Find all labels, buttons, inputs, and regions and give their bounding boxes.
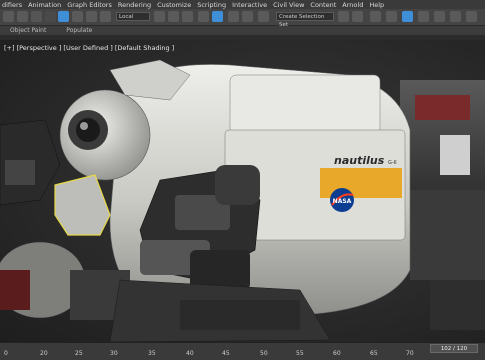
timeline-tick: 40 — [186, 350, 194, 357]
render-setup-icon[interactable] — [450, 11, 461, 22]
layer-explorer-icon[interactable] — [370, 11, 381, 22]
coord-system-select[interactable]: Local — [116, 12, 150, 21]
timeline-tick: 55 — [296, 350, 304, 357]
bind-icon[interactable] — [31, 11, 42, 22]
lower-left-assembly — [0, 241, 130, 320]
menu-item-modifiers[interactable]: difiers — [2, 1, 22, 9]
left-gear — [0, 119, 61, 206]
timeline-tick: 25 — [75, 350, 83, 357]
select-manipulate-icon[interactable] — [168, 11, 179, 22]
robot-render: nautilus G-II NASA — [0, 59, 485, 342]
menu-item-interactive[interactable]: Interactive — [232, 1, 267, 9]
select-rotate-icon[interactable] — [72, 11, 83, 22]
menu-item-scripting[interactable]: Scripting — [197, 1, 226, 9]
timeline[interactable]: 0 20 25 30 35 40 45 50 55 60 65 70 102 /… — [0, 342, 485, 360]
select-move-icon[interactable] — [58, 11, 69, 22]
menu-item-arnold[interactable]: Arnold — [342, 1, 363, 9]
mirror-icon[interactable] — [338, 11, 349, 22]
frame-counter[interactable]: 102 / 120 — [430, 344, 478, 353]
nameplate-suffix: G-II — [388, 160, 397, 166]
keyboard-shortcut-icon[interactable] — [182, 11, 193, 22]
timeline-tick: 20 — [40, 350, 48, 357]
timeline-tick: 30 — [110, 350, 118, 357]
ribbon-tab-object-paint[interactable]: Object Paint — [10, 27, 46, 34]
timeline-tick: 60 — [333, 350, 341, 357]
menu-item-customize[interactable]: Customize — [157, 1, 191, 9]
menu-item-civil-view[interactable]: Civil View — [273, 1, 304, 9]
ribbon-tab-populate[interactable]: Populate — [66, 27, 92, 34]
selection-set-select[interactable]: Create Selection Set — [276, 12, 334, 28]
select-filter-icon[interactable] — [45, 11, 56, 22]
spinner-snap-icon[interactable] — [242, 11, 253, 22]
viewport-perspective[interactable]: nautilus G-II NASA [+] [Perspective] [U… — [0, 40, 485, 342]
select-scale-icon[interactable] — [86, 11, 97, 22]
nameplate-text: nautilus — [334, 154, 385, 167]
link-icon[interactable] — [3, 11, 14, 22]
edit-named-selection-icon[interactable] — [258, 11, 269, 22]
place-icon[interactable] — [100, 11, 111, 22]
timeline-tick: 35 — [148, 350, 156, 357]
timeline-tick: 65 — [370, 350, 378, 357]
schematic-view-icon[interactable] — [418, 11, 429, 22]
hull-upper-panel — [229, 74, 381, 136]
viewport-label[interactable]: [+] [Perspective ] [User Defined ] [Defa… — [4, 44, 174, 52]
unlink-icon[interactable] — [17, 11, 28, 22]
menu-item-help[interactable]: Help — [369, 1, 384, 9]
nasa-logo: NASA — [330, 188, 354, 212]
ribbon-bar: Object Paint Populate — [0, 26, 485, 35]
main-toolbar: Local Create Selection Set — [0, 9, 485, 28]
percent-snap-icon[interactable] — [228, 11, 239, 22]
pivot-icon[interactable] — [154, 11, 165, 22]
align-icon[interactable] — [352, 11, 363, 22]
right-machinery — [400, 80, 485, 330]
angle-snap-icon[interactable] — [212, 11, 223, 22]
menu-item-animation[interactable]: Animation — [28, 1, 61, 9]
material-editor-icon[interactable] — [434, 11, 445, 22]
snap-toggle-icon[interactable] — [198, 11, 209, 22]
timeline-tick: 0 — [4, 350, 8, 357]
selected-part — [54, 174, 111, 236]
timeline-tick: 50 — [260, 350, 268, 357]
render-icon[interactable] — [466, 11, 477, 22]
menu-item-graph-editors[interactable]: Graph Editors — [67, 1, 112, 9]
curve-editor-icon[interactable] — [402, 11, 413, 22]
timeline-tick: 70 — [406, 350, 414, 357]
nasa-logo-text: NASA — [333, 198, 352, 205]
menu-item-content[interactable]: Content — [310, 1, 336, 9]
timeline-tick: 45 — [222, 350, 230, 357]
menu-bar: difiers Animation Graph Editors Renderin… — [0, 0, 485, 9]
ribbon-toggle-icon[interactable] — [386, 11, 397, 22]
menu-item-rendering[interactable]: Rendering — [118, 1, 151, 9]
